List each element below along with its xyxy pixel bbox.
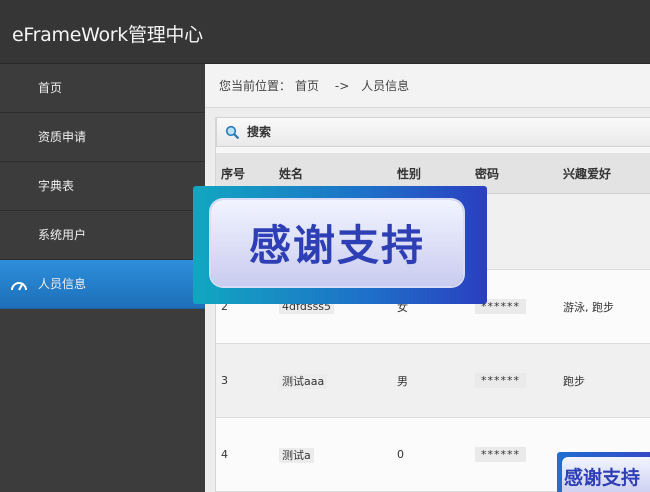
cell-name: 测试aaa: [279, 373, 328, 389]
sidebar: 首页 资质申请 字典表 系统用户 人员信息: [0, 64, 205, 492]
column-header-hobby[interactable]: 兴趣爱好: [563, 153, 650, 194]
sidebar-item-label: 系统用户: [38, 228, 87, 242]
search-icon: [225, 125, 240, 140]
thanks-overlay-banner: 感谢支持: [193, 186, 487, 304]
cell-password: [475, 193, 563, 270]
thanks-overlay-text: 感谢支持: [248, 221, 425, 270]
cell-hobby: [563, 193, 650, 270]
thanks-corner-panel: 感谢支持: [562, 457, 650, 492]
cell-sex: 0: [397, 417, 475, 492]
breadcrumb-separator: ->: [334, 79, 350, 93]
content-panel: 搜索 序号 姓名 性别 密码 兴趣爱好 2 4dfdsss5 女 ****** …: [215, 117, 650, 492]
thanks-corner-badge: 感谢支持: [557, 452, 650, 492]
breadcrumb-home-link[interactable]: 首页: [295, 79, 319, 93]
cell-hobby: 跑步: [563, 343, 650, 418]
sidebar-item-label: 首页: [38, 81, 63, 95]
app-title: eFrameWork管理中心: [12, 24, 203, 46]
dashboard-icon: [11, 282, 27, 291]
cell-name: 测试a: [279, 447, 314, 463]
thanks-corner-text: 感谢支持: [564, 467, 641, 489]
breadcrumb-prefix: 您当前位置：: [219, 79, 292, 93]
table-row[interactable]: 3 测试aaa 男 ****** 跑步: [216, 343, 650, 418]
breadcrumb: 您当前位置： 首页 -> 人员信息: [205, 64, 650, 108]
sidebar-item-label: 字典表: [38, 179, 75, 193]
sidebar-item-personnel[interactable]: 人员信息: [0, 260, 205, 309]
cell-password: ******: [475, 447, 526, 462]
thanks-overlay-panel: 感谢支持: [211, 200, 463, 286]
sidebar-item-label: 人员信息: [38, 277, 87, 291]
top-header: eFrameWork管理中心: [0, 0, 650, 64]
cell-no: 4: [216, 417, 279, 492]
sidebar-item-label: 资质申请: [38, 130, 87, 144]
column-header-password[interactable]: 密码: [475, 153, 563, 194]
sidebar-item-qualification[interactable]: 资质申请: [0, 113, 205, 162]
sidebar-item-home[interactable]: 首页: [0, 64, 205, 113]
cell-hobby: 游泳, 跑步: [563, 269, 650, 344]
cell-password: ******: [475, 373, 526, 388]
search-label: 搜索: [247, 125, 272, 139]
search-bar[interactable]: 搜索: [216, 117, 650, 147]
sidebar-item-system-users[interactable]: 系统用户: [0, 211, 205, 260]
cell-no: 3: [216, 343, 279, 418]
cell-sex: 男: [397, 343, 475, 418]
sidebar-item-dictionary[interactable]: 字典表: [0, 162, 205, 211]
breadcrumb-current: 人员信息: [361, 79, 410, 93]
